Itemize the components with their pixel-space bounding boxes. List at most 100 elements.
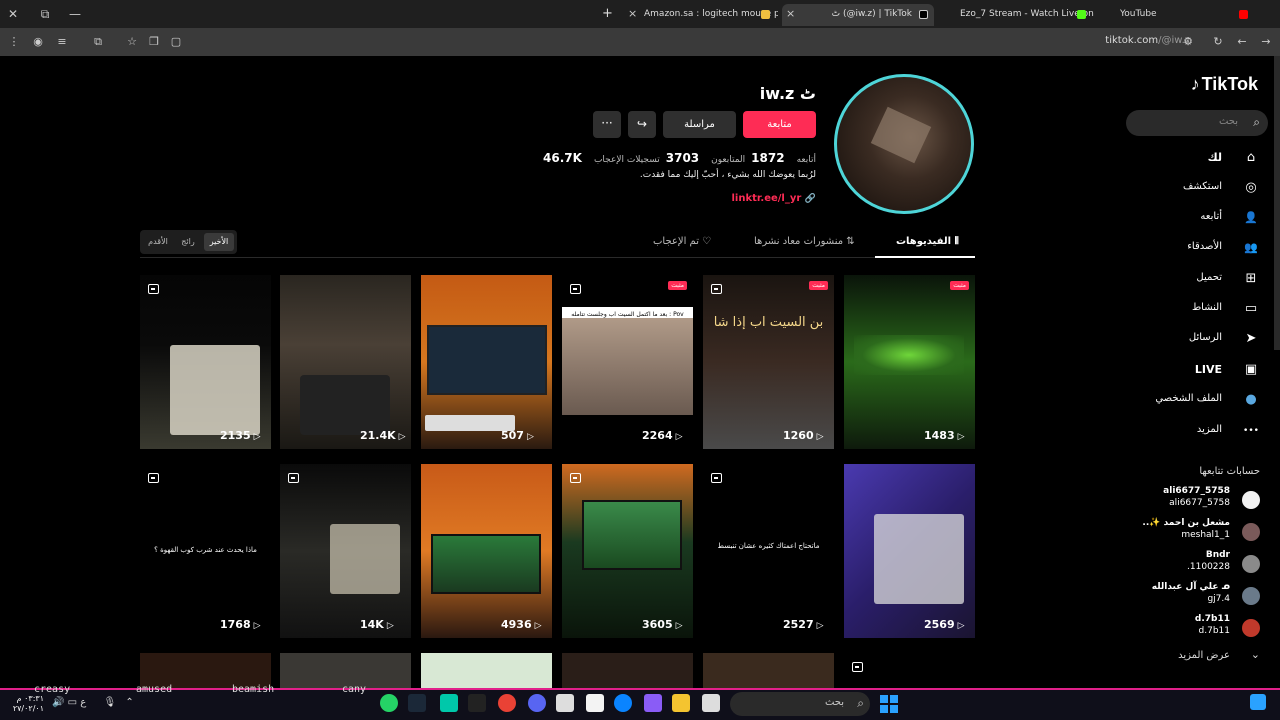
sidebar-item-live[interactable]: ▣ LIVE bbox=[1140, 360, 1260, 380]
close-window-icon[interactable]: ✕ bbox=[4, 5, 22, 23]
discord-icon[interactable] bbox=[528, 694, 546, 712]
tiktok-page: ♪ TikTok بحث ⌕ ⌂ لك ◎ استكشف 👤 أتابعه 👥 ا… bbox=[0, 56, 1280, 688]
video-card[interactable] bbox=[562, 653, 693, 688]
address-bar[interactable]: tiktok.com/@iw.z bbox=[1105, 35, 1190, 46]
sidebar-item-messages[interactable]: ➤ الرسائل bbox=[1140, 329, 1260, 349]
mouse-app-icon[interactable] bbox=[556, 694, 574, 712]
video-card[interactable]: 21.4K ▷ bbox=[280, 275, 411, 449]
edge-icon[interactable] bbox=[614, 694, 632, 712]
sidebar-item-profile[interactable]: ● الملف الشخصي bbox=[1140, 390, 1260, 410]
pinned-badge: مثبت bbox=[950, 281, 969, 290]
windows-start-icon[interactable] bbox=[880, 695, 898, 713]
sidebar-item-explore[interactable]: ◎ استكشف bbox=[1140, 178, 1260, 198]
sort-latest[interactable]: الأخير bbox=[204, 233, 234, 251]
video-card[interactable]: بن السيت اب إذا شا مثبت 1260 ▷ bbox=[703, 275, 834, 449]
back-arrow-icon[interactable]: ← bbox=[1234, 34, 1250, 50]
video-card[interactable]: ماذا يحدث عند شرب كوب القهوة ؟ 1768 ▷ bbox=[140, 464, 271, 638]
notifications-icon[interactable] bbox=[1250, 694, 1266, 710]
screenshot-icon[interactable]: ▢ bbox=[168, 34, 184, 50]
file-explorer-icon[interactable] bbox=[672, 694, 690, 712]
see-more-button[interactable]: ⌄ عرض المزيد bbox=[1140, 648, 1260, 664]
video-card[interactable]: Pov : بعد ما اكتمل السيت اب وجلست تتأمله… bbox=[562, 275, 693, 449]
video-card[interactable]: ماتحتاج اعمتاك كثيره عشان تنبسط 2527 ▷ bbox=[703, 464, 834, 638]
video-card[interactable]: مثبت 1483 ▷ bbox=[844, 275, 975, 449]
video-card[interactable] bbox=[844, 653, 975, 688]
following-account[interactable]: ali6677_5758 ali6677_5758 bbox=[1140, 486, 1260, 512]
mic-icon[interactable]: 🎙 bbox=[103, 697, 116, 708]
sidebar-item-friends[interactable]: 👥 الأصدقاء bbox=[1140, 238, 1260, 258]
video-card[interactable]: 2135 ▷ bbox=[140, 275, 271, 449]
video-card[interactable] bbox=[703, 653, 834, 688]
menu-dots-icon[interactable]: ⋮ bbox=[6, 34, 22, 50]
sort-oldest[interactable]: الأقدم bbox=[143, 233, 173, 251]
new-tab-button[interactable]: + bbox=[602, 4, 616, 26]
site-settings-icon[interactable]: ⚙ bbox=[1180, 34, 1196, 50]
restore-window-icon[interactable]: ⧉ bbox=[36, 5, 54, 23]
network-icon[interactable]: ▭ bbox=[68, 697, 77, 708]
whatsapp-icon[interactable] bbox=[380, 694, 398, 712]
close-tab-icon[interactable]: × bbox=[786, 4, 795, 24]
tab-videos[interactable]: الفيديوهات ⦀ bbox=[896, 236, 959, 256]
tab-reposts[interactable]: منشورات معاد نشرها ⇅ bbox=[754, 236, 855, 256]
profile-link[interactable]: linktr.ee/l_yr 🔗 bbox=[731, 193, 816, 204]
taskbar-search-input[interactable]: بحث ⌕ bbox=[730, 692, 870, 716]
copilot-icon[interactable] bbox=[644, 694, 662, 712]
following-account[interactable]: d.7b11 d.7b11 bbox=[1140, 614, 1260, 640]
copy-icon[interactable]: ❐ bbox=[146, 34, 162, 50]
forward-arrow-icon[interactable]: → bbox=[1258, 34, 1274, 50]
following-account[interactable]: مشعل بن احمد ✨.. meshal1_1 bbox=[1140, 518, 1260, 544]
more-options-icon[interactable]: ··· bbox=[593, 111, 621, 138]
page-scrollbar[interactable] bbox=[1274, 56, 1280, 350]
app-icon[interactable] bbox=[440, 694, 458, 712]
chrome-icon[interactable] bbox=[498, 694, 516, 712]
video-card[interactable]: 2569 ▷ bbox=[844, 464, 975, 638]
video-card[interactable]: 14K ▷ bbox=[280, 464, 411, 638]
share-icon[interactable]: ↪ bbox=[628, 111, 656, 138]
language-indicator[interactable]: ع bbox=[80, 697, 86, 708]
tab-youtube[interactable]: YouTube bbox=[1104, 4, 1254, 26]
tab-title: Amazon.sa : logitech mouse pr bbox=[644, 9, 778, 19]
profile-icon[interactable]: ◉ bbox=[30, 34, 46, 50]
video-card[interactable]: 507 ▷ bbox=[421, 275, 552, 449]
following-label: أتابعه bbox=[796, 155, 816, 165]
sidebar-item-label: الأصدقاء bbox=[1187, 241, 1222, 252]
chevron-up-icon[interactable]: ⌃ bbox=[125, 697, 133, 708]
system-clock[interactable]: ٠٣:٣١ م ٢٧/٠٢/٠١ bbox=[8, 694, 44, 714]
video-card[interactable] bbox=[421, 653, 552, 688]
search-input[interactable]: بحث ⌕ bbox=[1126, 110, 1268, 136]
tiktok-logo[interactable]: ♪ TikTok bbox=[1191, 74, 1258, 95]
profile-avatar[interactable] bbox=[834, 74, 974, 214]
bookmark-star-icon[interactable]: ☆ bbox=[124, 34, 140, 50]
close-tab-icon[interactable]: × bbox=[628, 4, 637, 24]
terminal-icon[interactable] bbox=[468, 694, 486, 712]
sidebar-item-upload[interactable]: ⊞ تحميل bbox=[1140, 269, 1260, 289]
follow-button[interactable]: متابعة bbox=[743, 111, 816, 138]
sidebar-item-more[interactable]: ••• المزيد bbox=[1140, 421, 1260, 441]
steam-icon[interactable] bbox=[408, 694, 426, 712]
following-account[interactable]: ᓄ علي آل عبدالله gj7.4 bbox=[1140, 582, 1260, 608]
sidebar-item-following[interactable]: 👤 أتابعه bbox=[1140, 208, 1260, 228]
tab-amazon[interactable]: × Amazon.sa : logitech mouse pr bbox=[628, 4, 778, 26]
video-card[interactable]: 3605 ▷ bbox=[562, 464, 693, 638]
video-card[interactable] bbox=[140, 653, 271, 688]
account-handle: meshal1_1 bbox=[1181, 530, 1230, 540]
video-card[interactable]: 4936 ▷ bbox=[421, 464, 552, 638]
tab-tiktok[interactable]: × ٹ (@iw.z) | TikTok bbox=[782, 4, 934, 26]
system-tray[interactable]: 🔊 ▭ ع 🎙 ⌃ bbox=[52, 697, 134, 708]
minimize-window-icon[interactable]: — bbox=[66, 5, 84, 23]
reload-icon[interactable]: ↻ bbox=[1210, 34, 1226, 50]
sort-popular[interactable]: رائج bbox=[174, 233, 202, 251]
account-name: ali6677_5758 bbox=[1163, 486, 1230, 496]
task-view-icon[interactable] bbox=[702, 694, 720, 712]
tab-kick[interactable]: Ezo_7 Stream - Watch Live on K bbox=[944, 4, 1094, 26]
following-account[interactable]: Bndr 1100228. bbox=[1140, 550, 1260, 576]
sidebar-item-activity[interactable]: ▭ النشاط bbox=[1140, 299, 1260, 319]
video-card[interactable] bbox=[280, 653, 411, 688]
calculator-icon[interactable] bbox=[586, 694, 604, 712]
reading-list-icon[interactable]: ≡ bbox=[54, 34, 70, 50]
sidebar-item-for-you[interactable]: ⌂ لك bbox=[1140, 148, 1260, 168]
tab-liked[interactable]: تم الإعجاب ♡ bbox=[653, 236, 711, 256]
extensions-icon[interactable]: ⧉ bbox=[90, 34, 106, 50]
speaker-icon[interactable]: 🔊 bbox=[52, 697, 64, 708]
message-button[interactable]: مراسلة bbox=[663, 111, 736, 138]
